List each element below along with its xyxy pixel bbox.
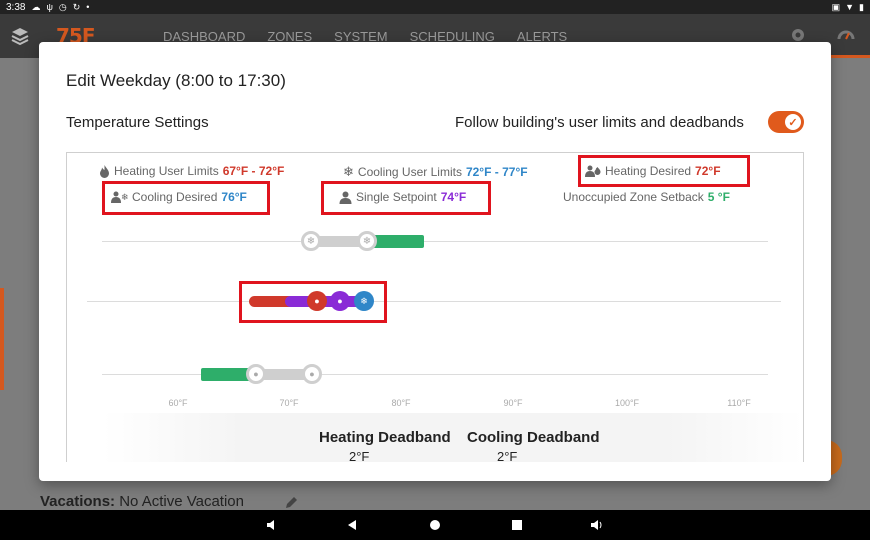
heating-deadband-value[interactable]: 2°F	[349, 449, 369, 462]
heating-deadband-label: Heating Deadband	[319, 429, 451, 446]
cooling-track-line	[102, 241, 768, 242]
axis-tick: 100°F	[614, 398, 640, 408]
cloud-icon: ☁	[31, 1, 41, 12]
flame-icon	[100, 164, 109, 178]
legend-cooling-limits: ❄ Cooling User Limits 72°F - 77°F	[343, 164, 528, 180]
cooling-min-handle[interactable]: ❄	[301, 231, 321, 251]
axis-tick: 60°F	[168, 398, 188, 408]
unoccupied-value: 5 °F	[707, 190, 730, 204]
check-icon: ✓	[785, 114, 801, 130]
dialog-title: Edit Weekday (8:00 to 17:30)	[66, 71, 286, 90]
layers-icon[interactable]	[10, 26, 30, 46]
clock: 3:38	[6, 1, 26, 13]
system-nav-bar	[0, 510, 870, 540]
axis-tick: 70°F	[279, 398, 299, 408]
home-icon[interactable]	[428, 518, 442, 532]
snowflake-icon: ❄	[343, 164, 354, 179]
flame-icon: ●	[253, 369, 259, 379]
axis-tick: 80°F	[391, 398, 411, 408]
temperature-panel: Heating User Limits 67°F - 72°F ❄ Coolin…	[66, 152, 804, 462]
pencil-icon[interactable]	[283, 495, 299, 511]
follow-limits-toggle[interactable]: ✓	[768, 111, 804, 133]
volume-down-icon[interactable]	[265, 518, 279, 532]
usb-icon: ψ	[46, 1, 53, 12]
heating-limits-value: 67°F - 72°F	[222, 164, 285, 178]
snowflake-icon: ❄	[362, 235, 372, 247]
heating-limits-label: Heating User Limits	[114, 164, 219, 178]
highlight-cooling-desired	[102, 181, 270, 215]
highlight-desired-handles	[239, 281, 387, 323]
cooling-deadband-label: Cooling Deadband	[467, 429, 600, 446]
deadband-area	[103, 413, 803, 462]
desired-track-line	[87, 301, 781, 302]
volume-up-icon[interactable]	[590, 518, 604, 532]
heating-min-handle[interactable]: ●	[246, 364, 266, 384]
cooling-max-handle[interactable]: ❄	[357, 231, 377, 251]
snowflake-icon: ❄	[306, 235, 316, 247]
vacations-value: No Active Vacation	[119, 493, 244, 510]
highlight-single-setpoint	[321, 181, 491, 215]
sim-icon: ▣	[831, 1, 841, 12]
cooling-deadband-value[interactable]: 2°F	[497, 449, 517, 462]
edit-weekday-dialog: Edit Weekday (8:00 to 17:30) Temperature…	[39, 42, 831, 481]
section-title: Temperature Settings	[66, 114, 209, 131]
vacations-label: Vacations:	[40, 493, 116, 510]
battery-icon: ▮	[859, 1, 864, 12]
cooling-limits-label: Cooling User Limits	[357, 165, 462, 179]
flame-icon: ●	[309, 369, 315, 379]
side-accent	[0, 288, 4, 390]
legend-heating-limits: Heating User Limits 67°F - 72°F	[99, 164, 284, 178]
gauge-icon[interactable]	[837, 26, 855, 44]
vacations-row: Vacations: No Active Vacation	[40, 493, 244, 510]
heating-max-handle[interactable]: ●	[302, 364, 322, 384]
history-icon: ◷	[58, 1, 67, 12]
wifi-icon: ▼	[845, 1, 855, 12]
status-bar: 3:38 ☁ ψ ◷ ↻ • ▣ ▼ ▮	[0, 0, 870, 14]
sync-icon: ↻	[72, 1, 81, 12]
axis-tick: 90°F	[503, 398, 523, 408]
cooling-limits-value: 72°F - 77°F	[465, 165, 528, 179]
axis-tick: 110°F	[727, 398, 751, 408]
unoccupied-label: Unoccupied Zone Setback	[563, 190, 704, 204]
highlight-heating-desired	[578, 155, 750, 187]
recents-icon[interactable]	[510, 518, 524, 532]
legend-unoccupied-setback: Unoccupied Zone Setback 5 °F	[563, 190, 730, 204]
follow-limits-label: Follow building's user limits and deadba…	[455, 114, 744, 131]
dot-icon: •	[86, 1, 90, 12]
back-icon[interactable]	[345, 518, 359, 532]
